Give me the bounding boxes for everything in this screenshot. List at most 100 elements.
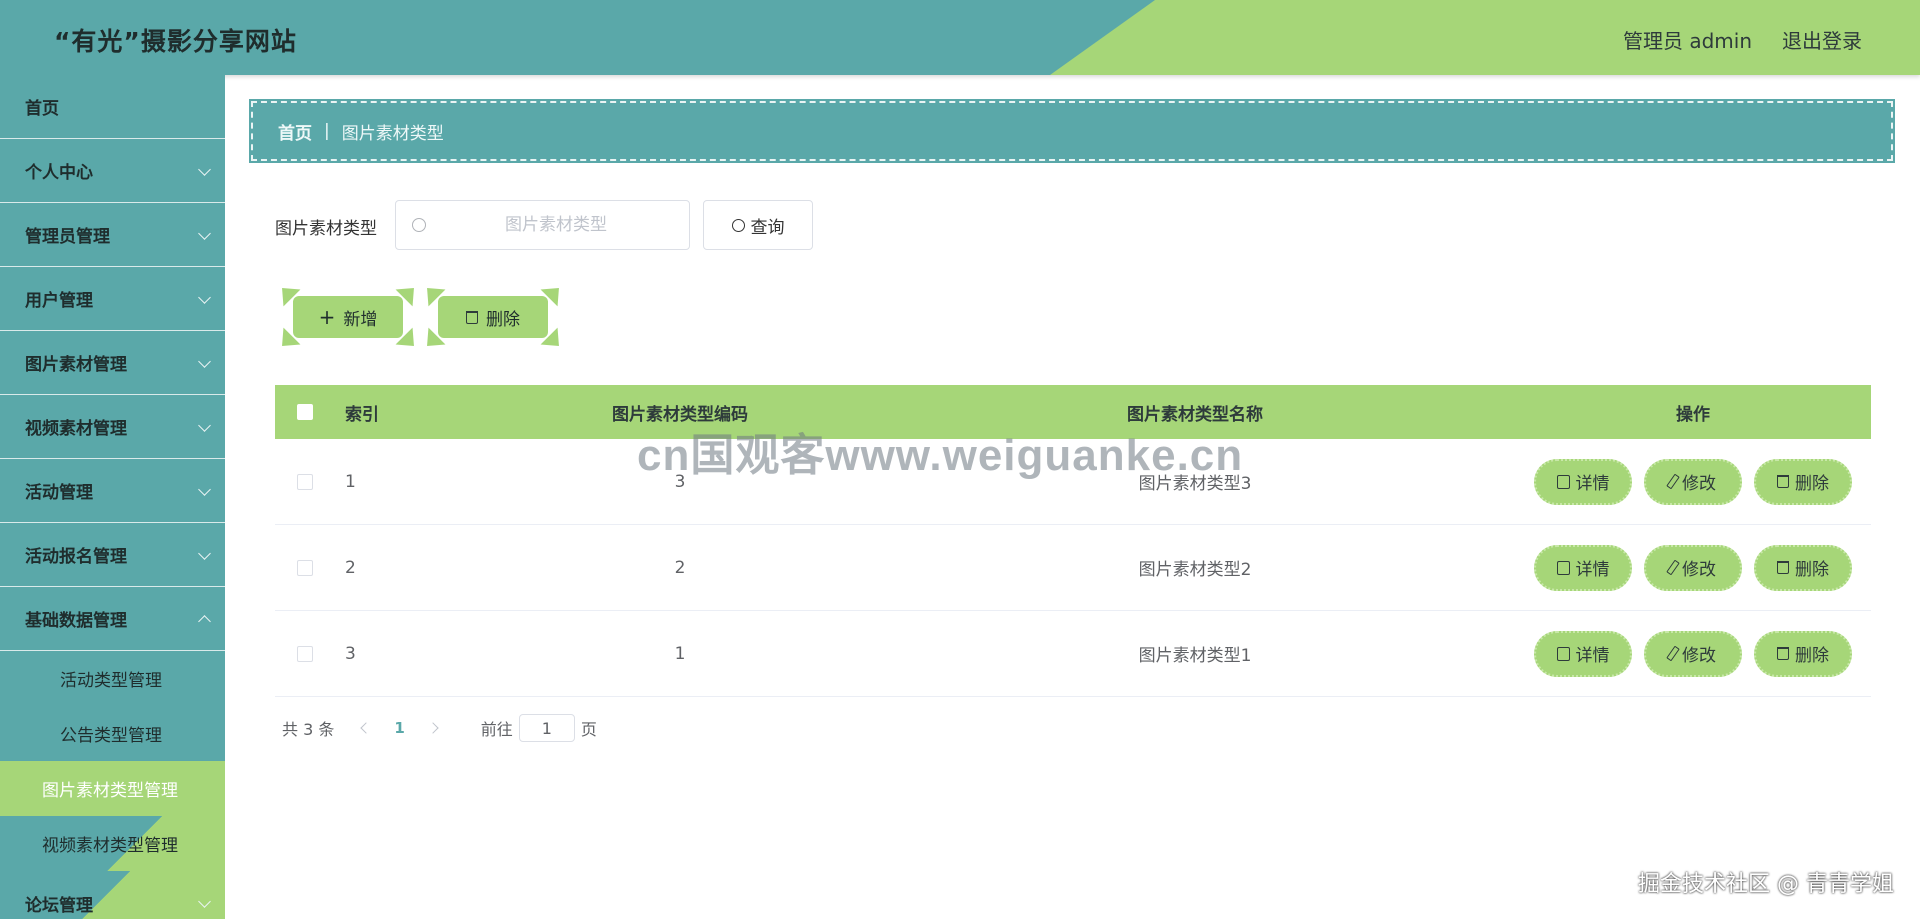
row-checkbox[interactable] bbox=[297, 559, 313, 576]
sidebar-item-label: 论坛管理 bbox=[25, 895, 93, 916]
sidebar-subitem-label: 图片素材类型管理 bbox=[42, 781, 178, 801]
sidebar-item-label: 活动管理 bbox=[25, 483, 93, 503]
pencil-icon bbox=[1666, 559, 1680, 576]
detail-button-label: 详情 bbox=[1575, 646, 1610, 666]
sidebar-item-user-management[interactable]: 用户管理 bbox=[0, 267, 225, 331]
sidebar-item-label: 视频素材管理 bbox=[25, 419, 127, 439]
table-row: 2 2 图片素材类型2 详情 修改 删除 bbox=[275, 525, 1871, 611]
row-checkbox[interactable] bbox=[297, 473, 313, 490]
sidebar-item-activity-management[interactable]: 活动管理 bbox=[0, 459, 225, 523]
sidebar-subitem-activity-type[interactable]: 活动类型管理 bbox=[0, 651, 225, 706]
row-checkbox[interactable] bbox=[297, 645, 313, 662]
cell-index: 1 bbox=[345, 471, 356, 492]
cell-index: 2 bbox=[345, 557, 356, 578]
column-header-index: 索引 bbox=[345, 404, 379, 425]
detail-button[interactable]: 详情 bbox=[1534, 458, 1632, 505]
chevron-down-icon bbox=[198, 895, 211, 908]
chevron-down-icon bbox=[198, 291, 211, 304]
table-row: 3 1 图片素材类型1 详情 修改 删除 bbox=[275, 611, 1871, 697]
sidebar-item-personal-center[interactable]: 个人中心 bbox=[0, 139, 225, 203]
search-label: 图片素材类型 bbox=[275, 219, 377, 239]
delete-button[interactable]: 删除 bbox=[1754, 458, 1852, 505]
chevron-down-icon bbox=[198, 547, 211, 560]
cell-code: 1 bbox=[674, 643, 686, 664]
detail-button-label: 详情 bbox=[1575, 474, 1610, 494]
chevron-right-icon[interactable] bbox=[427, 722, 439, 734]
query-button-label: 查询 bbox=[750, 217, 785, 238]
breadcrumb: 首页 | 图片素材类型 bbox=[249, 99, 1895, 163]
trash-icon bbox=[466, 310, 478, 324]
sidebar-item-forum-management[interactable]: 论坛管理 bbox=[0, 871, 225, 919]
cell-code: 2 bbox=[674, 557, 686, 578]
edit-button-label: 修改 bbox=[1682, 474, 1716, 494]
edit-button[interactable]: 修改 bbox=[1644, 630, 1742, 677]
sidebar-subitem-notice-type[interactable]: 公告类型管理 bbox=[0, 706, 225, 761]
breadcrumb-home[interactable]: 首页 bbox=[278, 119, 312, 144]
sidebar-menu: 首页 个人中心 管理员管理 用户管理 图片素材管理 视频素材管理 活动管理 活动… bbox=[0, 75, 225, 919]
breadcrumb-separator: | bbox=[324, 121, 330, 141]
batch-delete-button[interactable]: 删除 bbox=[418, 279, 568, 355]
admin-user-label[interactable]: 管理员 admin bbox=[1623, 25, 1752, 54]
sidebar-subitem-image-material-type[interactable]: 图片素材类型管理 bbox=[0, 761, 225, 816]
chevron-left-icon[interactable] bbox=[360, 722, 373, 734]
edit-button-label: 修改 bbox=[1682, 646, 1716, 666]
sidebar-subitem-video-material-type[interactable]: 视频素材类型管理 bbox=[0, 816, 225, 871]
sidebar-item-label: 活动报名管理 bbox=[25, 547, 127, 567]
sidebar-item-label: 首页 bbox=[25, 99, 59, 119]
delete-button-label: 删除 bbox=[1795, 560, 1829, 580]
detail-button[interactable]: 详情 bbox=[1534, 544, 1632, 591]
trash-icon bbox=[1777, 561, 1789, 574]
header-user-area: 管理员 admin 退出登录 bbox=[1623, 25, 1862, 54]
search-field[interactable] bbox=[395, 200, 690, 250]
sidebar-item-video-material-management[interactable]: 视频素材管理 bbox=[0, 395, 225, 459]
chevron-down-icon bbox=[198, 419, 211, 432]
sidebar-item-activity-registration-management[interactable]: 活动报名管理 bbox=[0, 523, 225, 587]
sidebar-item-image-material-management[interactable]: 图片素材管理 bbox=[0, 331, 225, 395]
cell-name: 图片素材类型2 bbox=[1138, 560, 1252, 580]
query-button[interactable]: 查询 bbox=[703, 200, 813, 250]
pencil-icon bbox=[1666, 645, 1680, 662]
column-header-actions: 操作 bbox=[1676, 404, 1710, 425]
chevron-down-icon bbox=[198, 355, 211, 368]
sidebar-item-home[interactable]: 首页 bbox=[0, 75, 225, 139]
search-input[interactable] bbox=[436, 201, 676, 249]
credit-watermark: 掘金技术社区 @ 青青学姐 bbox=[1638, 872, 1894, 897]
sidebar-item-label: 基础数据管理 bbox=[25, 611, 127, 631]
sidebar-item-label: 用户管理 bbox=[25, 291, 93, 311]
watermark-text: cn国观客www.weiguanke.cn bbox=[637, 431, 1244, 480]
sidebar-item-label: 图片素材管理 bbox=[25, 355, 127, 375]
document-icon bbox=[1556, 560, 1570, 575]
logout-link[interactable]: 退出登录 bbox=[1782, 25, 1862, 54]
sidebar-item-admin-management[interactable]: 管理员管理 bbox=[0, 203, 225, 267]
sidebar-item-basic-data-management[interactable]: 基础数据管理 bbox=[0, 587, 225, 651]
top-header: “有光”摄影分享网站 管理员 admin 退出登录 bbox=[0, 0, 1920, 75]
edit-button[interactable]: 修改 bbox=[1644, 544, 1742, 591]
pagination: 共 3 条 1 前往 页 bbox=[282, 714, 597, 742]
sidebar-item-label: 管理员管理 bbox=[25, 227, 110, 247]
delete-button[interactable]: 删除 bbox=[1754, 630, 1852, 677]
pagination-goto-label: 前往 bbox=[480, 720, 513, 739]
add-button[interactable]: + 新增 bbox=[273, 279, 423, 355]
add-button-label: 新增 bbox=[343, 309, 378, 330]
sidebar-subitem-label: 公告类型管理 bbox=[60, 726, 162, 746]
edit-button-label: 修改 bbox=[1682, 560, 1716, 580]
plus-icon: + bbox=[318, 305, 336, 329]
select-all-checkbox[interactable] bbox=[297, 404, 313, 420]
trash-icon bbox=[1777, 647, 1789, 660]
pagination-page-1[interactable]: 1 bbox=[394, 719, 404, 737]
delete-button-label: 删除 bbox=[1795, 474, 1829, 494]
document-icon bbox=[1556, 474, 1570, 489]
detail-button-label: 详情 bbox=[1575, 560, 1610, 580]
search-icon bbox=[412, 218, 426, 232]
detail-button[interactable]: 详情 bbox=[1534, 630, 1632, 677]
sidebar-subitem-label: 视频素材类型管理 bbox=[42, 836, 178, 856]
delete-button[interactable]: 删除 bbox=[1754, 544, 1852, 591]
edit-button[interactable]: 修改 bbox=[1644, 458, 1742, 505]
pagination-goto-input[interactable] bbox=[518, 714, 575, 742]
pagination-page-suffix: 页 bbox=[580, 720, 597, 739]
sidebar-subitem-label: 活动类型管理 bbox=[60, 671, 162, 691]
document-icon bbox=[1556, 646, 1570, 661]
delete-button-label: 删除 bbox=[1795, 646, 1829, 666]
pagination-total: 共 3 条 bbox=[282, 720, 335, 739]
breadcrumb-current: 图片素材类型 bbox=[341, 123, 444, 144]
